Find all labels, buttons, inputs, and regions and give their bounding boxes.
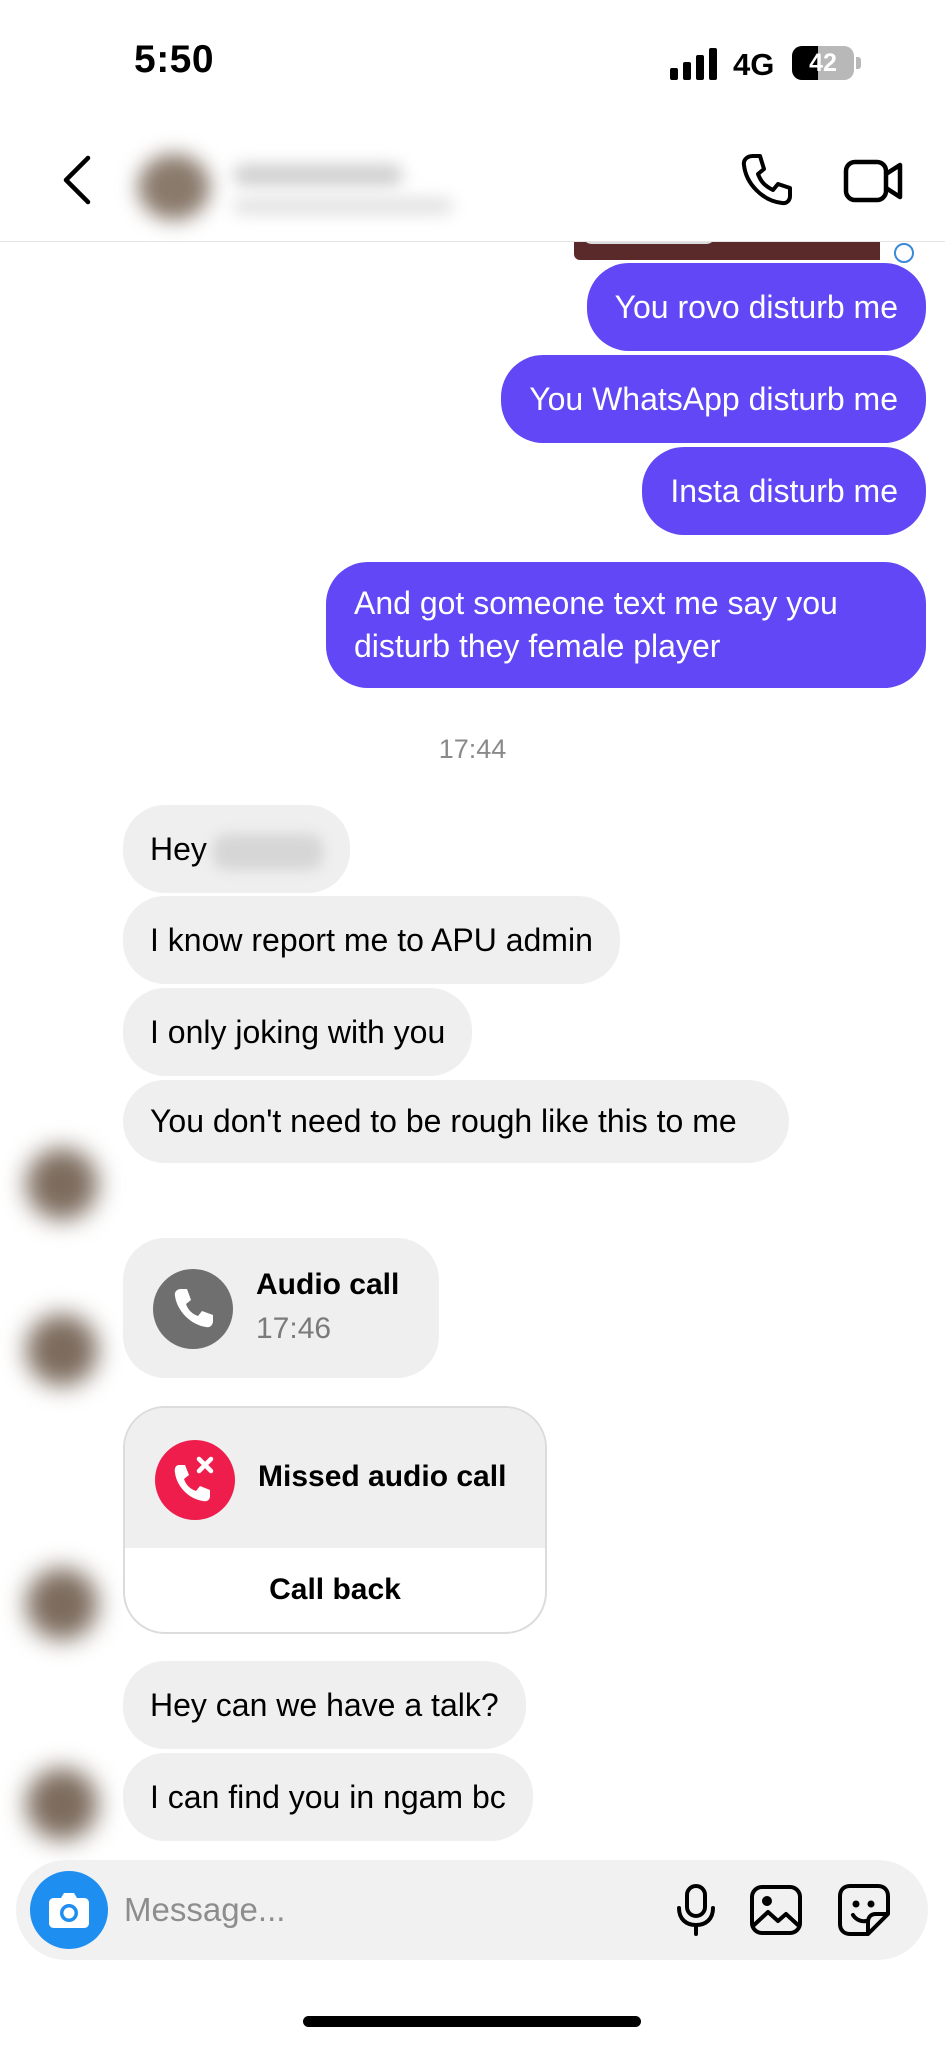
contact-name <box>233 164 403 186</box>
signal-icon <box>670 48 717 80</box>
home-indicator <box>303 2016 641 2027</box>
contact-avatar <box>138 154 210 220</box>
back-icon[interactable] <box>52 150 102 210</box>
battery-icon: 42 <box>792 46 862 80</box>
microphone-icon[interactable] <box>668 1882 724 1938</box>
redacted-name <box>212 833 323 870</box>
incoming-message[interactable]: I know report me to APU admin <box>123 896 620 984</box>
missed-call-card: Missed audio call Call back <box>123 1406 547 1634</box>
outgoing-message[interactable]: You rovo disturb me <box>586 263 926 351</box>
video-camera-icon[interactable] <box>842 150 906 210</box>
message-input[interactable] <box>124 1880 654 1940</box>
sender-avatar[interactable] <box>26 1314 98 1386</box>
incoming-message[interactable]: I can find you in ngam bc <box>123 1753 533 1841</box>
incoming-message[interactable]: Hey can we have a talk? <box>123 1661 526 1749</box>
sender-avatar[interactable] <box>26 1768 98 1840</box>
phone-icon <box>153 1269 233 1349</box>
message-timestamp: 17:44 <box>438 734 507 764</box>
contact-subtitle <box>233 198 453 214</box>
outgoing-message[interactable]: And got someone text me say you disturb … <box>326 562 926 688</box>
network-type: 4G <box>733 47 775 82</box>
battery-level: 42 <box>809 49 837 77</box>
status-time: 5:50 <box>134 38 215 81</box>
incoming-message-text: Hey <box>150 831 207 867</box>
incoming-message[interactable]: Hey <box>123 805 350 893</box>
missed-call-title: Missed audio call <box>258 1460 507 1493</box>
camera-icon[interactable] <box>30 1871 108 1949</box>
chat-header <box>0 120 945 242</box>
incoming-message[interactable]: I only joking with you <box>123 988 473 1076</box>
outgoing-message[interactable]: Insta disturb me <box>642 447 926 535</box>
outgoing-message[interactable]: You WhatsApp disturb me <box>501 355 926 443</box>
phone-icon[interactable] <box>736 150 796 210</box>
message-composer <box>16 1860 928 1960</box>
audio-call-title: Audio call <box>256 1268 400 1301</box>
audio-call-card[interactable]: Audio call 17:46 <box>123 1238 439 1378</box>
sender-avatar[interactable] <box>26 1568 98 1640</box>
sender-avatar[interactable] <box>26 1148 98 1220</box>
call-back-button[interactable]: Call back <box>125 1548 545 1632</box>
sticker-icon[interactable] <box>836 1882 892 1938</box>
status-bar: 5:50 4G 42 <box>0 0 945 120</box>
contact-info[interactable] <box>128 136 458 228</box>
gallery-icon[interactable] <box>748 1882 804 1938</box>
missed-call-header: Missed audio call <box>125 1408 545 1548</box>
chevron-down-icon[interactable] <box>894 243 914 263</box>
missed-call-icon <box>155 1440 235 1520</box>
incoming-message[interactable]: You don't need to be rough like this to … <box>123 1080 789 1163</box>
audio-call-time: 17:46 <box>256 1312 332 1345</box>
